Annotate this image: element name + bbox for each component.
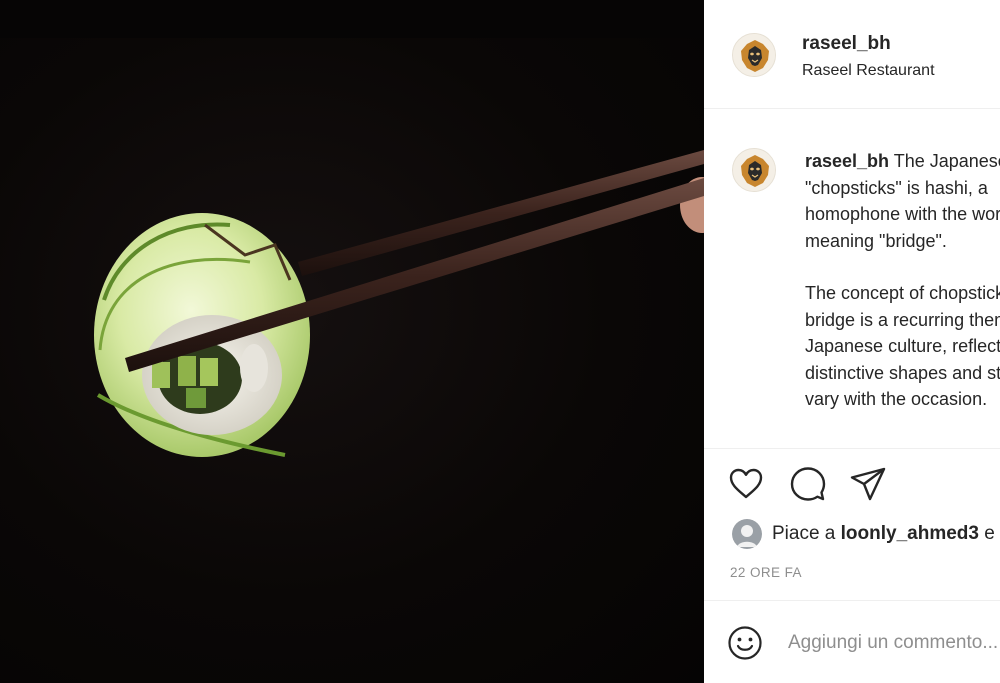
lion-logo-icon (733, 34, 775, 76)
caption-line: homophone with the word (805, 204, 1000, 224)
liker-username[interactable]: loonly_ahmed3 (841, 523, 979, 544)
actions-divider (704, 448, 1000, 449)
caption-username[interactable]: raseel_bh (805, 151, 889, 171)
caption-line: meaning "bridge". (805, 230, 947, 251)
post-details-panel: raseel_bh Raseel Restaurant raseel_bh Th… (704, 0, 1000, 683)
caption-paragraph-gap (805, 254, 1000, 280)
caption-text: The Japanese word for (893, 151, 1000, 171)
caption-line: bridge is a recurring theme in (805, 309, 1000, 330)
likes-text: Piace a loonly_ahmed3 e altri (772, 523, 1000, 545)
caption-line: raseel_bh The Japanese word for (805, 148, 1000, 175)
likes-suffix[interactable]: e altri (979, 523, 1000, 544)
emoji-button[interactable] (726, 624, 764, 662)
emoji-icon (728, 626, 762, 660)
comment-icon (790, 467, 826, 501)
share-button[interactable] (848, 464, 888, 504)
comment-button[interactable] (788, 464, 828, 504)
likes-summary: Piace a loonly_ahmed3 e altri (732, 519, 1000, 551)
liker-avatar[interactable] (732, 519, 762, 549)
caption-line: The concept of chopsticks as a (805, 283, 1000, 303)
sushi-chopsticks-image (94, 150, 704, 457)
heart-icon (729, 468, 763, 499)
post-photo[interactable] (0, 0, 704, 683)
post-timestamp[interactable]: 22 ORE FA (730, 565, 802, 580)
caption-author-avatar[interactable] (732, 148, 776, 192)
author-avatar[interactable] (732, 33, 776, 77)
author-username[interactable]: raseel_bh (802, 33, 891, 55)
comment-divider (704, 600, 1000, 601)
caption-line: "chopsticks" is hashi, a (805, 177, 988, 198)
caption-line: Japanese culture, reflected in (805, 336, 1000, 356)
post-caption: raseel_bh The Japanese word for "chopsti… (805, 148, 1000, 413)
caption-line: distinctive shapes and styles that (805, 362, 1000, 383)
caption-line: vary with the occasion. (805, 389, 988, 409)
post-header: raseel_bh Raseel Restaurant (704, 0, 1000, 109)
like-button[interactable] (726, 464, 766, 504)
likes-prefix: Piace a (772, 523, 841, 544)
author-location[interactable]: Raseel Restaurant (802, 62, 935, 80)
user-avatar-icon (732, 519, 762, 549)
send-icon (850, 467, 886, 501)
comment-input[interactable] (788, 626, 1000, 660)
lion-logo-icon (733, 149, 775, 191)
